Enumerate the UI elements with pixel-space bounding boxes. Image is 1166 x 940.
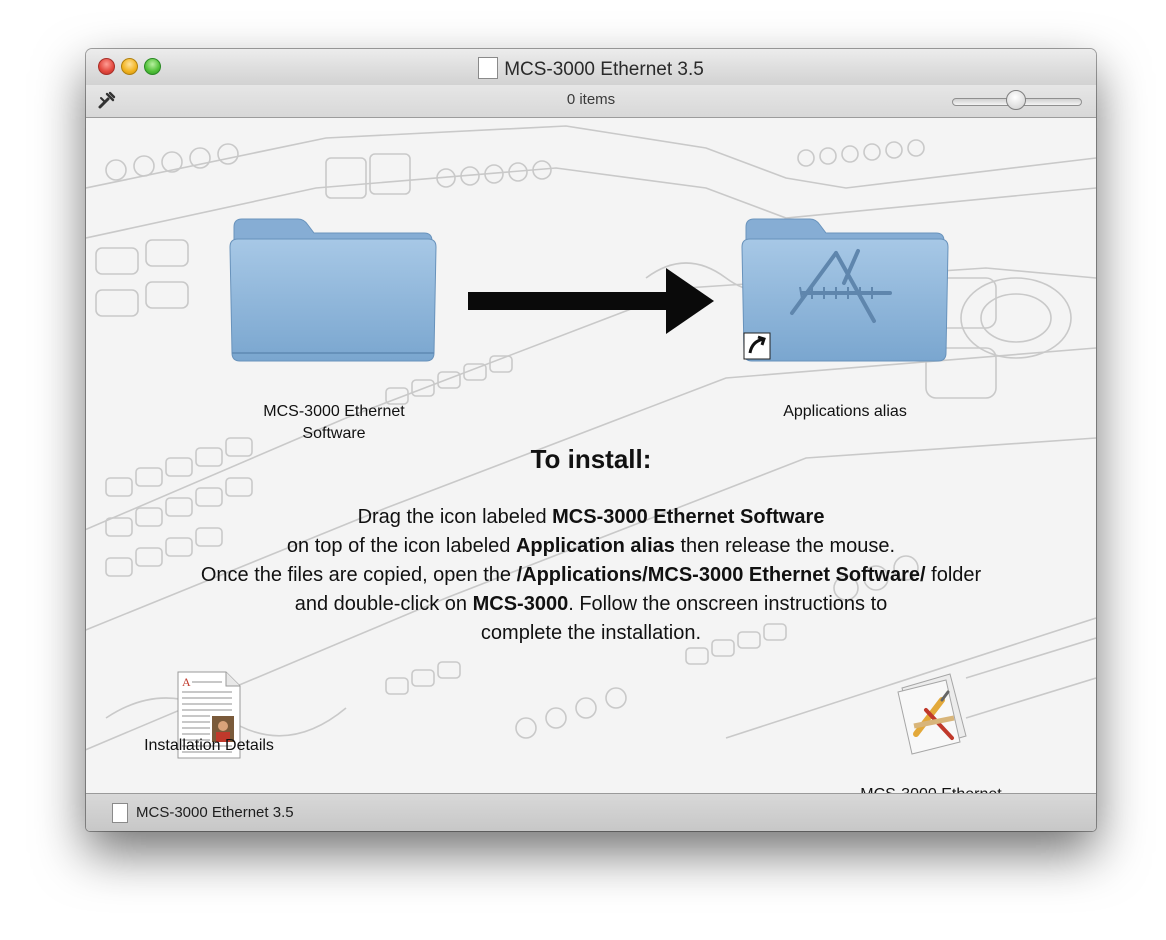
- instruction-text: Once the files are copied, open the: [200, 564, 517, 586]
- instruction-text: then release the mouse.: [674, 535, 896, 557]
- installation-details-label[interactable]: Installation Details: [104, 735, 314, 757]
- item-count: 0 items: [566, 91, 616, 108]
- icon-size-slider-knob[interactable]: [1006, 90, 1026, 110]
- instruction-text: Drag the icon labeled: [357, 506, 553, 528]
- svg-text:A: A: [182, 675, 191, 689]
- instruction-text: and double-click on: [294, 593, 473, 615]
- path-bar: MCS-3000 Ethernet 3.5: [86, 793, 1096, 831]
- install-heading: To install:: [530, 444, 652, 474]
- instruction-line-2: on top of the icon labeled Application a…: [86, 532, 1096, 561]
- install-instructions: Drag the icon labeled MCS-3000 Ethernet …: [86, 503, 1096, 648]
- installer-icon[interactable]: [892, 670, 972, 756]
- instruction-text: folder: [925, 564, 982, 586]
- disk-image-icon: [112, 803, 128, 823]
- folder-icon[interactable]: [228, 203, 438, 363]
- software-folder-label[interactable]: MCS-3000 Ethernet Software: [229, 401, 439, 445]
- path-bar-label: MCS-3000 Ethernet 3.5: [136, 804, 294, 821]
- software-folder-label-line2: Software: [302, 425, 366, 442]
- window-title: MCS-3000 Ethernet 3.5: [86, 57, 1096, 81]
- path-bar-item[interactable]: MCS-3000 Ethernet 3.5: [112, 803, 294, 823]
- instruction-line-3: Once the files are copied, open the /App…: [86, 561, 1096, 590]
- applications-folder-icon[interactable]: [740, 203, 950, 363]
- title-bar: MCS-3000 Ethernet 3.5: [86, 49, 1096, 86]
- status-bar: 0 items: [86, 85, 1096, 118]
- instruction-bold: /Applications/MCS-3000 Ethernet Software…: [516, 564, 926, 586]
- instruction-line-4: and double-click on MCS-3000. Follow the…: [86, 590, 1096, 619]
- instruction-bold: Application alias: [515, 535, 675, 557]
- software-folder-label-line1: MCS-3000 Ethernet: [263, 403, 405, 420]
- drag-arrow-icon: [468, 268, 714, 334]
- uninstaller-label-line1: MCS-3000 Ethernet: [826, 784, 1036, 793]
- applications-alias-label[interactable]: Applications alias: [740, 401, 950, 423]
- window-title-text: MCS-3000 Ethernet 3.5: [504, 59, 704, 80]
- disk-image-icon: [478, 57, 499, 79]
- uninstaller-label[interactable]: MCS-3000 Ethernet uninstaller: [826, 784, 1036, 793]
- instruction-line-1: Drag the icon labeled MCS-3000 Ethernet …: [86, 503, 1096, 532]
- window-content: MCS-3000 Ethernet Software Applications …: [86, 118, 1096, 793]
- instruction-bold: MCS-3000 Ethernet Software: [552, 506, 825, 528]
- instruction-text: . Follow the onscreen instructions to: [568, 593, 888, 615]
- finder-window: MCS-3000 Ethernet 3.5 0 items MCS-3000 E…: [86, 49, 1096, 831]
- instruction-line-5: complete the installation.: [480, 622, 702, 644]
- instruction-text: on top of the icon labeled: [286, 535, 516, 557]
- instruction-bold: MCS-3000: [472, 593, 569, 615]
